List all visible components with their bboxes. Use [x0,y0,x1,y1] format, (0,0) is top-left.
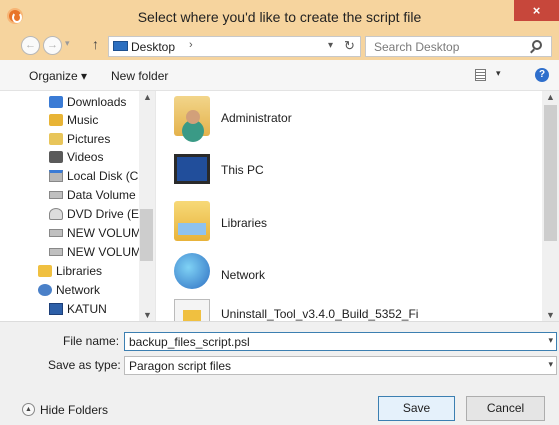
videos-icon [49,151,63,163]
sidebar-item-label: Pictures [67,132,111,146]
this-pc-icon [174,154,210,184]
sidebar-item-label: Downloads [67,95,127,109]
libraries-icon [38,265,52,277]
collapse-icon: ▲ [22,403,35,416]
help-icon[interactable]: ? [535,68,549,82]
list-item-uninstall-tool[interactable]: Uninstall_Tool_v3.4.0_Build_5352_Fi [174,299,544,321]
navigation-bar: ← → ▾ ↑ Desktop › ▾ ↻ Search Desktop [0,33,559,60]
scrollbar-thumb[interactable] [544,105,557,241]
network-icon [174,253,210,289]
desktop-icon [113,41,128,51]
save-button[interactable]: Save [378,396,455,421]
title-bar: Select where you'd like to create the sc… [0,0,559,33]
forward-button[interactable]: → [43,36,62,55]
file-name: Network [221,268,266,282]
window-title: Select where you'd like to create the sc… [137,9,422,25]
network-icon [38,284,52,296]
sidebar-item-label: NEW VOLUME [67,226,150,240]
organize-menu[interactable]: Organize ▾ [29,69,87,83]
local-disk-icon [49,170,63,182]
breadcrumb-chevron-icon[interactable]: › [189,39,193,51]
back-button[interactable]: ← [21,36,40,55]
downloads-icon [49,96,63,108]
address-location[interactable]: Desktop [131,40,175,54]
file-name-value[interactable]: backup_files_script.psl [129,335,250,349]
navigation-scrollbar[interactable]: ▲ ▼ [139,91,155,321]
file-name-label: File name: [63,334,120,348]
file-name: Administrator [221,111,292,125]
sidebar-item-label: Network [56,283,101,297]
search-placeholder: Search Desktop [374,40,460,54]
scroll-down-icon[interactable]: ▼ [143,310,152,320]
file-name: Libraries [221,216,268,230]
save-form: File name: backup_files_script.psl ▾ Sav… [0,321,559,425]
new-folder-button[interactable]: New folder [111,69,168,83]
scroll-up-icon[interactable]: ▲ [143,92,152,102]
sidebar-item-label: NEW VOLUME [67,245,150,259]
sidebar-item-label: DVD Drive (E:) [67,207,147,221]
sidebar-item-label: Libraries [56,264,103,278]
file-name-field[interactable]: backup_files_script.psl ▾ [124,332,557,351]
recent-locations-dropdown[interactable]: ▾ [65,38,70,49]
drive-icon [49,229,63,237]
scrollbar-thumb[interactable] [140,209,153,261]
address-bar[interactable]: Desktop › ▾ ↻ [108,36,361,57]
pictures-icon [49,133,63,145]
hide-folders-label: Hide Folders [40,403,109,417]
sidebar-item-label: Local Disk (C:) [67,169,146,183]
sidebar-item-label: KATUN [67,302,107,316]
sidebar-item-label: Music [67,113,99,127]
up-button[interactable]: ↑ [92,36,99,52]
close-button[interactable]: × [514,0,559,21]
chevron-down-icon[interactable]: ▾ [548,359,553,370]
refresh-button[interactable]: ↻ [344,38,355,54]
user-folder-icon [174,96,210,136]
list-item-administrator[interactable]: Administrator [174,96,544,144]
list-item-network[interactable]: Network [174,253,544,301]
view-options-icon[interactable] [475,69,486,81]
command-toolbar: Organize ▾ New folder ▾ ? [0,60,559,91]
file-name: Uninstall_Tool_v3.4.0_Build_5352_Fi [221,307,419,321]
drive-icon [49,191,63,199]
scroll-down-icon[interactable]: ▼ [546,310,555,320]
sidebar-item-label: Videos [67,150,104,164]
save-type-value[interactable]: Paragon script files [129,359,231,373]
file-list: Administrator This PC Libraries Network … [155,91,559,321]
search-icon[interactable] [532,40,542,50]
file-list-scrollbar[interactable]: ▲ ▼ [542,91,559,321]
save-type-label: Save as type: [48,358,121,372]
computer-icon [49,303,63,315]
cancel-button[interactable]: Cancel [466,396,545,421]
list-item-this-pc[interactable]: This PC [174,148,544,196]
scroll-up-icon[interactable]: ▲ [546,92,555,102]
libraries-icon [174,201,210,241]
file-name: This PC [221,163,264,177]
view-dropdown-button[interactable]: ▾ [496,68,501,79]
address-dropdown-button[interactable]: ▾ [328,40,333,51]
navigation-pane: Downloads Music Pictures Videos Local Di… [0,91,155,321]
save-type-select[interactable]: Paragon script files ▾ [124,356,557,375]
list-item-libraries[interactable]: Libraries [174,201,544,249]
dvd-drive-icon [49,208,63,220]
chevron-down-icon[interactable]: ▾ [548,335,553,346]
search-input[interactable]: Search Desktop [365,36,552,57]
drive-icon [49,248,63,256]
installer-icon [174,299,210,321]
music-icon [49,114,63,126]
